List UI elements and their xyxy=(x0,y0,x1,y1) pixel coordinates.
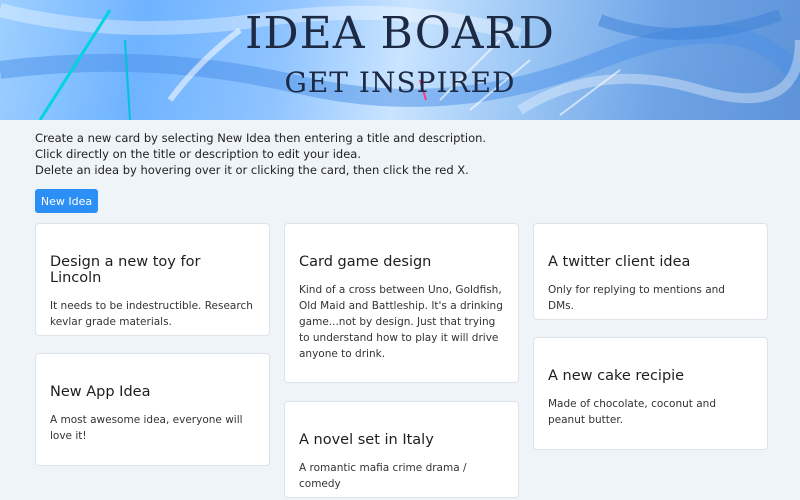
card-title[interactable]: A new cake recipie xyxy=(548,368,753,384)
card-description[interactable]: Only for replying to mentions and DMs. xyxy=(548,282,753,314)
instructions: Create a new card by selecting New Idea … xyxy=(35,130,486,178)
idea-card[interactable]: New App Idea A most awesome idea, everyo… xyxy=(35,353,270,466)
page-subtitle: GET INSPIRED xyxy=(284,66,516,99)
card-description[interactable]: Made of chocolate, coconut and peanut bu… xyxy=(548,396,753,428)
instruction-line: Create a new card by selecting New Idea … xyxy=(35,131,487,145)
instruction-line: Click directly on the title or descripti… xyxy=(35,147,361,161)
idea-card[interactable]: A novel set in Italy A romantic mafia cr… xyxy=(284,401,519,498)
card-title[interactable]: A novel set in Italy xyxy=(299,432,504,448)
card-title[interactable]: A twitter client idea xyxy=(548,254,753,270)
card-description[interactable]: A romantic mafia crime drama / comedy xyxy=(299,460,504,492)
header-banner: IDEA BOARD GET INSPIRED xyxy=(0,0,800,120)
card-description[interactable]: Kind of a cross between Uno, Goldfish, O… xyxy=(299,282,504,362)
instruction-line: Delete an idea by hovering over it or cl… xyxy=(35,163,469,177)
idea-card[interactable]: A new cake recipie Made of chocolate, co… xyxy=(533,337,768,450)
new-idea-button[interactable]: New Idea xyxy=(35,189,98,213)
idea-card[interactable]: A twitter client idea Only for replying … xyxy=(533,223,768,320)
card-description[interactable]: A most awesome idea, everyone will love … xyxy=(50,412,255,444)
card-description[interactable]: It needs to be indestructible. Research … xyxy=(50,298,255,330)
card-title[interactable]: Card game design xyxy=(299,254,504,270)
card-title[interactable]: New App Idea xyxy=(50,384,255,400)
idea-card[interactable]: Design a new toy for Lincoln It needs to… xyxy=(35,223,270,336)
page-title: IDEA BOARD xyxy=(245,8,555,59)
idea-card[interactable]: Card game design Kind of a cross between… xyxy=(284,223,519,383)
card-title[interactable]: Design a new toy for Lincoln xyxy=(50,254,255,286)
